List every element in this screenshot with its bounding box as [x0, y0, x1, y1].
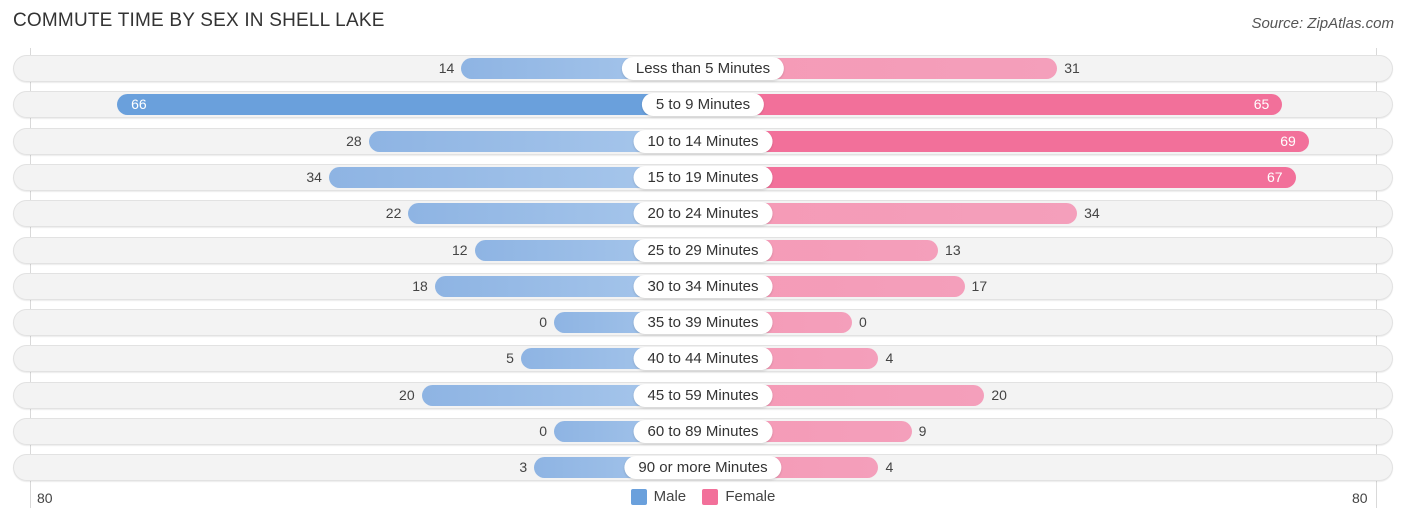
value-label-female: 31: [1064, 60, 1080, 76]
bar-female[interactable]: [703, 166, 1296, 188]
value-label-female: 65: [1253, 96, 1270, 113]
legend-item-female[interactable]: Female: [702, 488, 775, 505]
value-label-female: 67: [1266, 168, 1283, 185]
category-label: 60 to 89 Minutes: [633, 420, 773, 443]
category-label: 40 to 44 Minutes: [633, 347, 773, 371]
category-label: 90 or more Minutes: [624, 456, 782, 480]
value-label-male: 66: [131, 96, 147, 113]
value-label-female: 9: [918, 423, 927, 439]
value-label-male: 22: [385, 205, 402, 222]
value-label-male: 12: [451, 241, 468, 258]
bar-female[interactable]: [703, 130, 1309, 152]
legend-swatch-male: [630, 488, 647, 505]
chart-title: COMMUTE TIME BY SEX IN SHELL LAKE: [13, 10, 385, 31]
category-label: 25 to 29 Minutes: [633, 238, 773, 262]
category-label: 20 to 24 Minutes: [633, 202, 773, 226]
value-label-male: 28: [346, 132, 362, 149]
value-label-female: 17: [971, 277, 988, 294]
value-label-female: 0: [859, 314, 867, 331]
value-label-male: 18: [412, 277, 428, 294]
legend-swatch-female: [702, 488, 719, 505]
legend: Male Female: [0, 488, 1406, 509]
legend-label-male: Male: [653, 488, 687, 505]
value-label-male: 0: [539, 423, 547, 439]
value-label-female: 69: [1280, 132, 1296, 149]
source-label: Source: ZipAtlas.com: [1251, 15, 1394, 32]
bar-female[interactable]: [703, 94, 1283, 116]
category-label: Less than 5 Minutes: [621, 57, 785, 80]
bar-male[interactable]: [117, 94, 703, 116]
value-label-male: 5: [506, 350, 514, 367]
category-label: 45 to 59 Minutes: [633, 383, 773, 407]
value-label-male: 34: [306, 168, 322, 185]
value-label-male: 14: [438, 60, 455, 76]
value-label-female: 34: [1084, 205, 1100, 222]
value-label-male: 20: [399, 386, 415, 403]
category-label: 15 to 19 Minutes: [633, 165, 773, 189]
value-label-female: 20: [991, 386, 1007, 403]
value-label-male: 3: [519, 459, 528, 476]
value-label-female: 4: [885, 459, 894, 476]
category-label: 35 to 39 Minutes: [633, 311, 773, 335]
legend-item-male[interactable]: Male: [630, 488, 687, 505]
value-label-female: 13: [945, 241, 961, 258]
value-label-female: 4: [885, 350, 894, 367]
value-label-male: 0: [539, 314, 547, 331]
legend-label-female: Female: [725, 488, 776, 505]
category-label: 30 to 34 Minutes: [633, 274, 773, 298]
category-label: 10 to 14 Minutes: [633, 129, 773, 153]
category-label: 5 to 9 Minutes: [641, 93, 765, 117]
